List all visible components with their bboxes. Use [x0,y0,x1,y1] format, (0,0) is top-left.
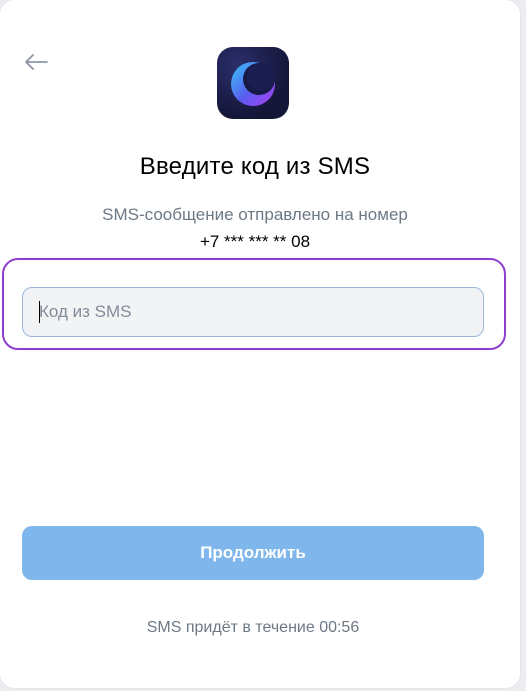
app-logo-icon [217,47,289,119]
continue-button[interactable]: Продолжить [22,526,484,580]
page-title: Введите код из SMS [139,153,371,180]
arrow-left-icon [25,54,48,70]
sent-to-label: SMS-сообщение отправлено на номер [102,205,408,224]
sms-verification-card: Введите код из SMS SMS-сообщение отправл… [0,0,520,688]
masked-phone-number: +7 *** *** ** 08 [199,232,311,251]
text-caret [39,301,40,323]
sms-code-input[interactable] [22,287,484,337]
resend-timer-text: SMS придёт в течение 00:56 [146,619,360,636]
back-button[interactable] [20,48,52,76]
